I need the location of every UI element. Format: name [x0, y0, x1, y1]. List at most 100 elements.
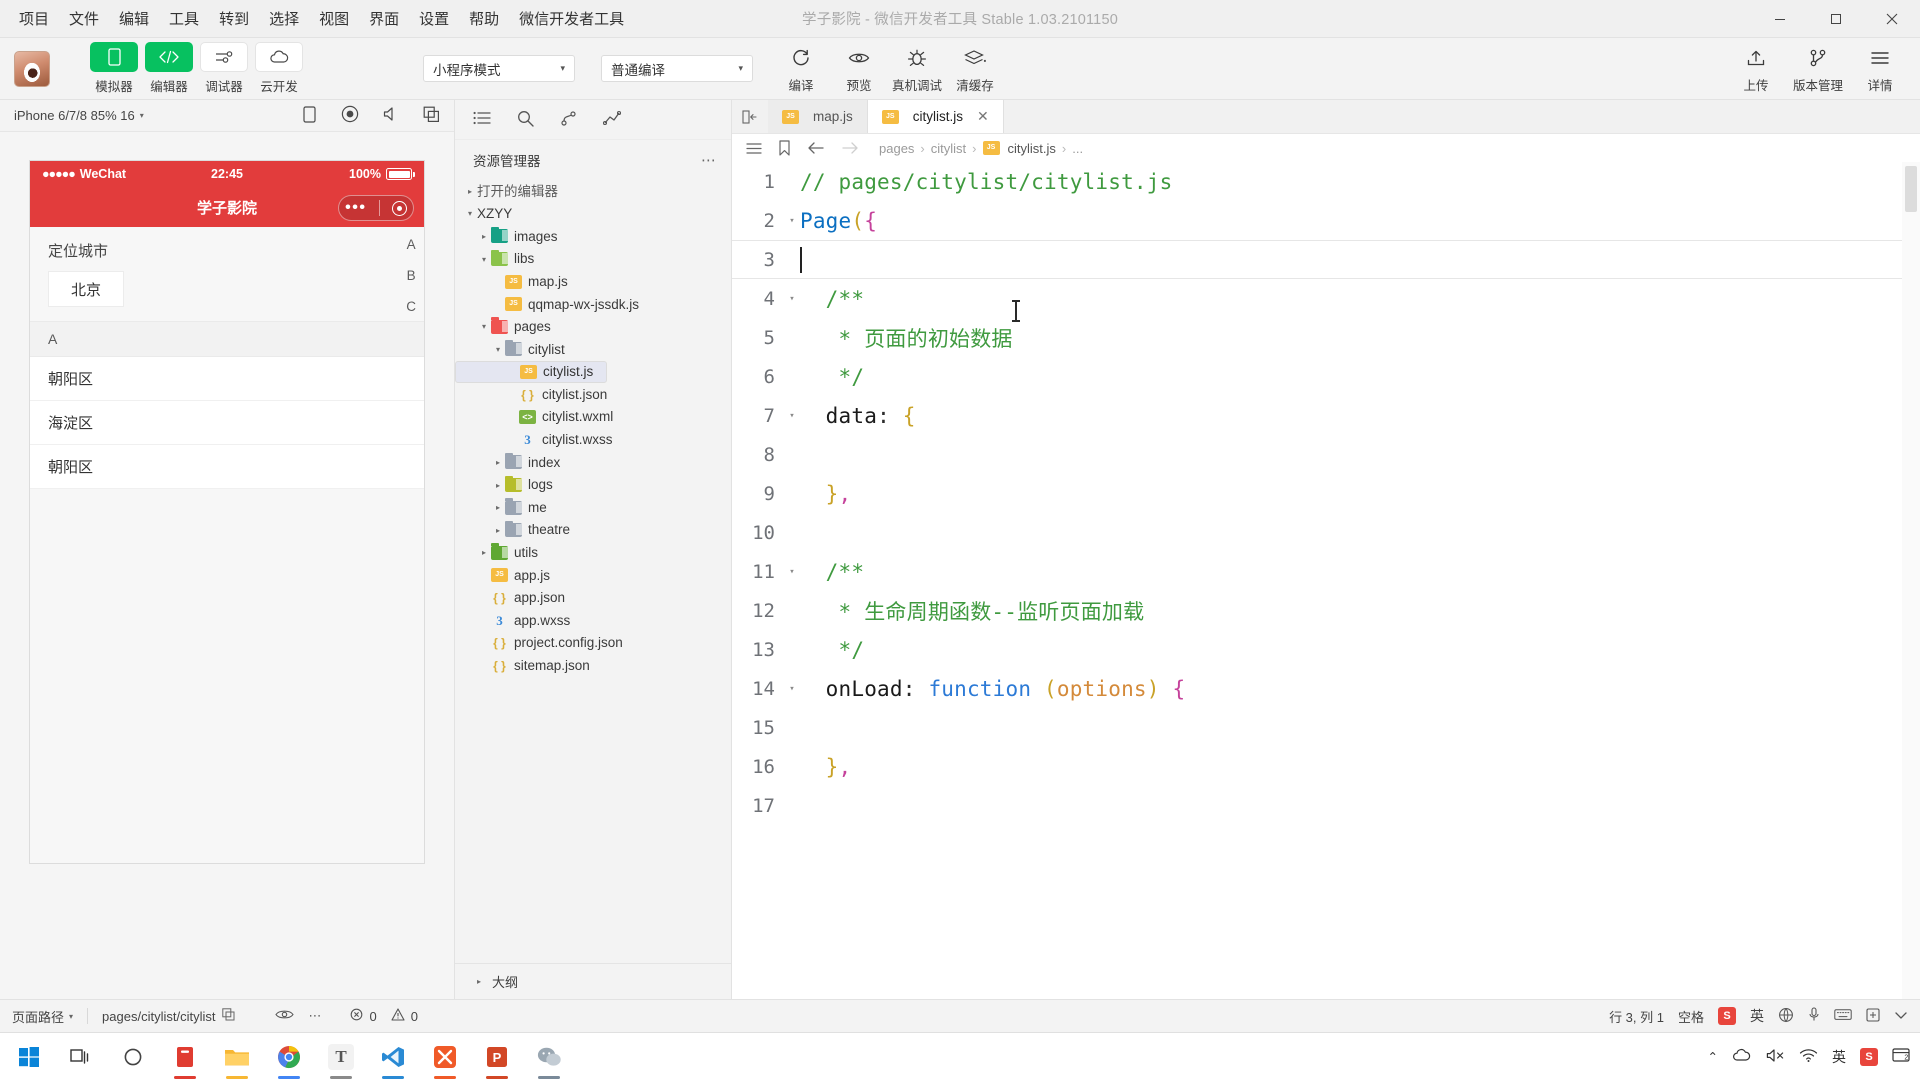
breadcrumb-item-citylist[interactable]: citylist [931, 141, 966, 156]
menu-item-project[interactable]: 项目 [10, 4, 58, 33]
code-line[interactable]: 16 }, [732, 747, 1920, 786]
source-control-icon[interactable] [560, 110, 577, 130]
index-letter-b[interactable]: B [406, 268, 416, 283]
tray-chevron-icon[interactable]: ⌃ [1708, 1049, 1718, 1064]
close-button[interactable] [1864, 0, 1920, 38]
indentation-setting[interactable]: 空格 [1678, 1007, 1704, 1026]
code-line[interactable]: 4 ▾ /** [732, 279, 1920, 318]
mode-select[interactable]: 小程序模式 ▾ [423, 55, 575, 82]
editor-tab-citylistjs[interactable]: JS citylist.js ✕ [867, 100, 1004, 133]
device-select[interactable]: iPhone 6/7/8 85% 16 ▾ [14, 108, 144, 123]
clear-cache-button[interactable]: 清缓存 [949, 43, 1001, 94]
menu-item-settings[interactable]: 设置 [410, 4, 458, 33]
start-button[interactable] [4, 1033, 54, 1080]
copy-icon[interactable] [222, 1008, 235, 1024]
ime-mic-icon[interactable] [1808, 1007, 1820, 1025]
tree-item-citylist[interactable]: ▾ citylist [455, 338, 731, 361]
close-icon[interactable]: ✕ [977, 108, 989, 125]
ime-keyboard-icon[interactable] [1778, 1007, 1794, 1026]
tree-item-index[interactable]: ▸ index [455, 451, 731, 474]
code-line[interactable]: 2 ▾ Page({ [732, 201, 1920, 240]
tree-item-app-wxss[interactable]: 3 app.wxss [455, 609, 731, 632]
code-line[interactable]: 6 */ [732, 357, 1920, 396]
code-line[interactable]: 17 [732, 786, 1920, 825]
breadcrumb-item-pages[interactable]: pages [879, 141, 914, 156]
tree-item-citylist-wxml[interactable]: <> citylist.wxml [455, 406, 731, 429]
search-icon[interactable] [517, 110, 534, 130]
app-file-explorer[interactable] [212, 1033, 262, 1080]
upload-button[interactable]: 上传 [1730, 43, 1782, 94]
volume-icon[interactable] [383, 106, 399, 125]
list-item[interactable]: 海淀区 [30, 401, 424, 445]
code-line[interactable]: 7 ▾ data: { [732, 396, 1920, 435]
code-line[interactable]: 1 // pages/citylist/citylist.js [732, 162, 1920, 201]
code-line[interactable]: 5 * 页面的初始数据 [732, 318, 1920, 357]
graph-icon[interactable] [602, 110, 622, 130]
code-line[interactable]: 14 ▾ onLoad: function (options) { [732, 669, 1920, 708]
tree-item-pages[interactable]: ▾ pages [455, 316, 731, 339]
fold-toggle-icon[interactable]: ▾ [784, 294, 800, 304]
list-item[interactable]: 朝阳区 [30, 357, 424, 401]
debugger-toggle[interactable]: 调试器 [200, 42, 248, 95]
wifi-icon[interactable] [1799, 1048, 1818, 1066]
real-device-debug-button[interactable]: 真机调试 [891, 43, 943, 94]
record-icon[interactable] [341, 105, 359, 126]
ime-keyboard2-icon[interactable] [1834, 1008, 1852, 1024]
code-area[interactable]: 1// pages/citylist/citylist.js 2 ▾ Page({3 4… [732, 162, 1920, 999]
tree-item-utils[interactable]: ▸ utils [455, 542, 731, 565]
rotate-icon[interactable] [302, 105, 317, 126]
sogou-ime-badge[interactable]: S [1718, 1007, 1736, 1025]
breadcrumb-item-file[interactable]: citylist.js [1008, 141, 1056, 156]
explorer-more-button[interactable]: ⋯ [701, 151, 717, 169]
tree-item-images[interactable]: ▸ images [455, 225, 731, 248]
menu-item-help[interactable]: 帮助 [460, 4, 508, 33]
code-line[interactable]: 8 [732, 435, 1920, 474]
tree-item-citylist-wxss[interactable]: 3 citylist.wxss [455, 429, 731, 452]
tree-item-map-js[interactable]: JS map.js [455, 270, 731, 293]
fold-toggle-icon[interactable]: ▾ [784, 216, 800, 226]
tree-item-project-config-json[interactable]: { } project.config.json [455, 632, 731, 655]
outline-section[interactable]: ▸ 大纲 [455, 963, 731, 999]
split-editor-icon[interactable] [732, 100, 768, 133]
tree-item-citylist-json[interactable]: { } citylist.json [455, 383, 731, 406]
page-path-select[interactable]: 页面路径 ▾ [12, 1007, 73, 1026]
fold-toggle-icon[interactable]: ▾ [784, 411, 800, 421]
code-line[interactable]: 3 [732, 240, 1920, 279]
outline-icon[interactable] [746, 142, 762, 155]
fold-toggle-icon[interactable]: ▾ [784, 684, 800, 694]
phone-content[interactable]: 定位城市 北京 A 朝阳区 海淀区 朝阳区 A B C [30, 227, 424, 863]
fold-toggle-icon[interactable]: ▾ [784, 567, 800, 577]
error-count[interactable]: 0 [350, 1008, 377, 1024]
app-clipboard[interactable] [160, 1033, 210, 1080]
app-typora[interactable]: T [316, 1033, 366, 1080]
code-line[interactable]: 15 [732, 708, 1920, 747]
tree-item-qqmap-wx-jssdk-js[interactable]: JS qqmap-wx-jssdk.js [455, 293, 731, 316]
app-xmind[interactable] [420, 1033, 470, 1080]
index-letter-c[interactable]: C [406, 299, 416, 314]
code-line[interactable]: 13 */ [732, 630, 1920, 669]
breadcrumb-item-more[interactable]: ... [1072, 141, 1083, 156]
list-icon[interactable] [473, 110, 491, 129]
scrollbar-thumb[interactable] [1905, 166, 1917, 212]
tree-item-logs[interactable]: ▸ logs [455, 474, 731, 497]
details-button[interactable]: 详情 [1854, 43, 1906, 94]
tray-sogou-badge[interactable]: S [1860, 1047, 1878, 1066]
app-vscode[interactable] [368, 1033, 418, 1080]
menu-item-tools[interactable]: 工具 [160, 4, 208, 33]
back-arrow-icon[interactable] [807, 141, 825, 155]
file-tree[interactable]: ▸ 打开的编辑器 ▾ XZYY ▸ images ▾ libs JS map.js JS qq… [455, 178, 731, 963]
bookmark-icon[interactable] [778, 140, 791, 156]
tree-item-me[interactable]: ▸ me [455, 496, 731, 519]
menu-item-devtools[interactable]: 微信开发者工具 [510, 4, 633, 33]
tree-item-sitemap-json[interactable]: { } sitemap.json [455, 654, 731, 677]
menu-item-view[interactable]: 视图 [310, 4, 358, 33]
code-line[interactable]: 10 [732, 513, 1920, 552]
editor-toggle[interactable]: 编辑器 [145, 42, 193, 95]
tree-item-libs[interactable]: ▾ libs [455, 248, 731, 271]
copy-icon[interactable] [423, 106, 440, 126]
tree-item-theatre[interactable]: ▸ theatre [455, 519, 731, 542]
tray-ime-label[interactable]: 英 [1832, 1047, 1846, 1067]
preview-button[interactable]: 预览 [833, 43, 885, 94]
cloud-toggle[interactable]: 云开发 [255, 42, 303, 95]
cloud-icon[interactable] [1732, 1048, 1752, 1065]
